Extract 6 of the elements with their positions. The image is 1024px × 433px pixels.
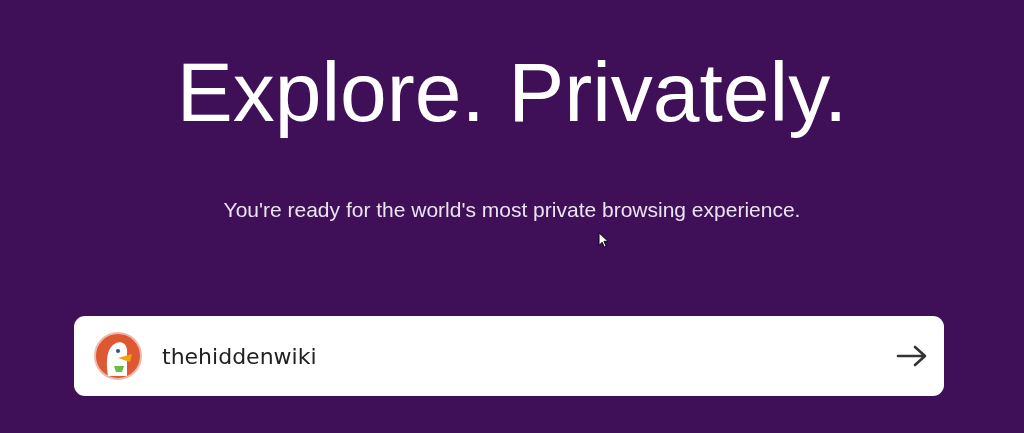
search-field[interactable]: thehiddenwiki — [74, 316, 944, 397]
mouse-pointer-icon — [598, 232, 609, 248]
page-heading: Explore. Privately. — [176, 46, 848, 139]
page-subheading: You're ready for the world's most private browsing experience. — [223, 198, 801, 223]
arrow-right-icon[interactable] — [896, 344, 928, 369]
duck-icon — [94, 332, 142, 381]
